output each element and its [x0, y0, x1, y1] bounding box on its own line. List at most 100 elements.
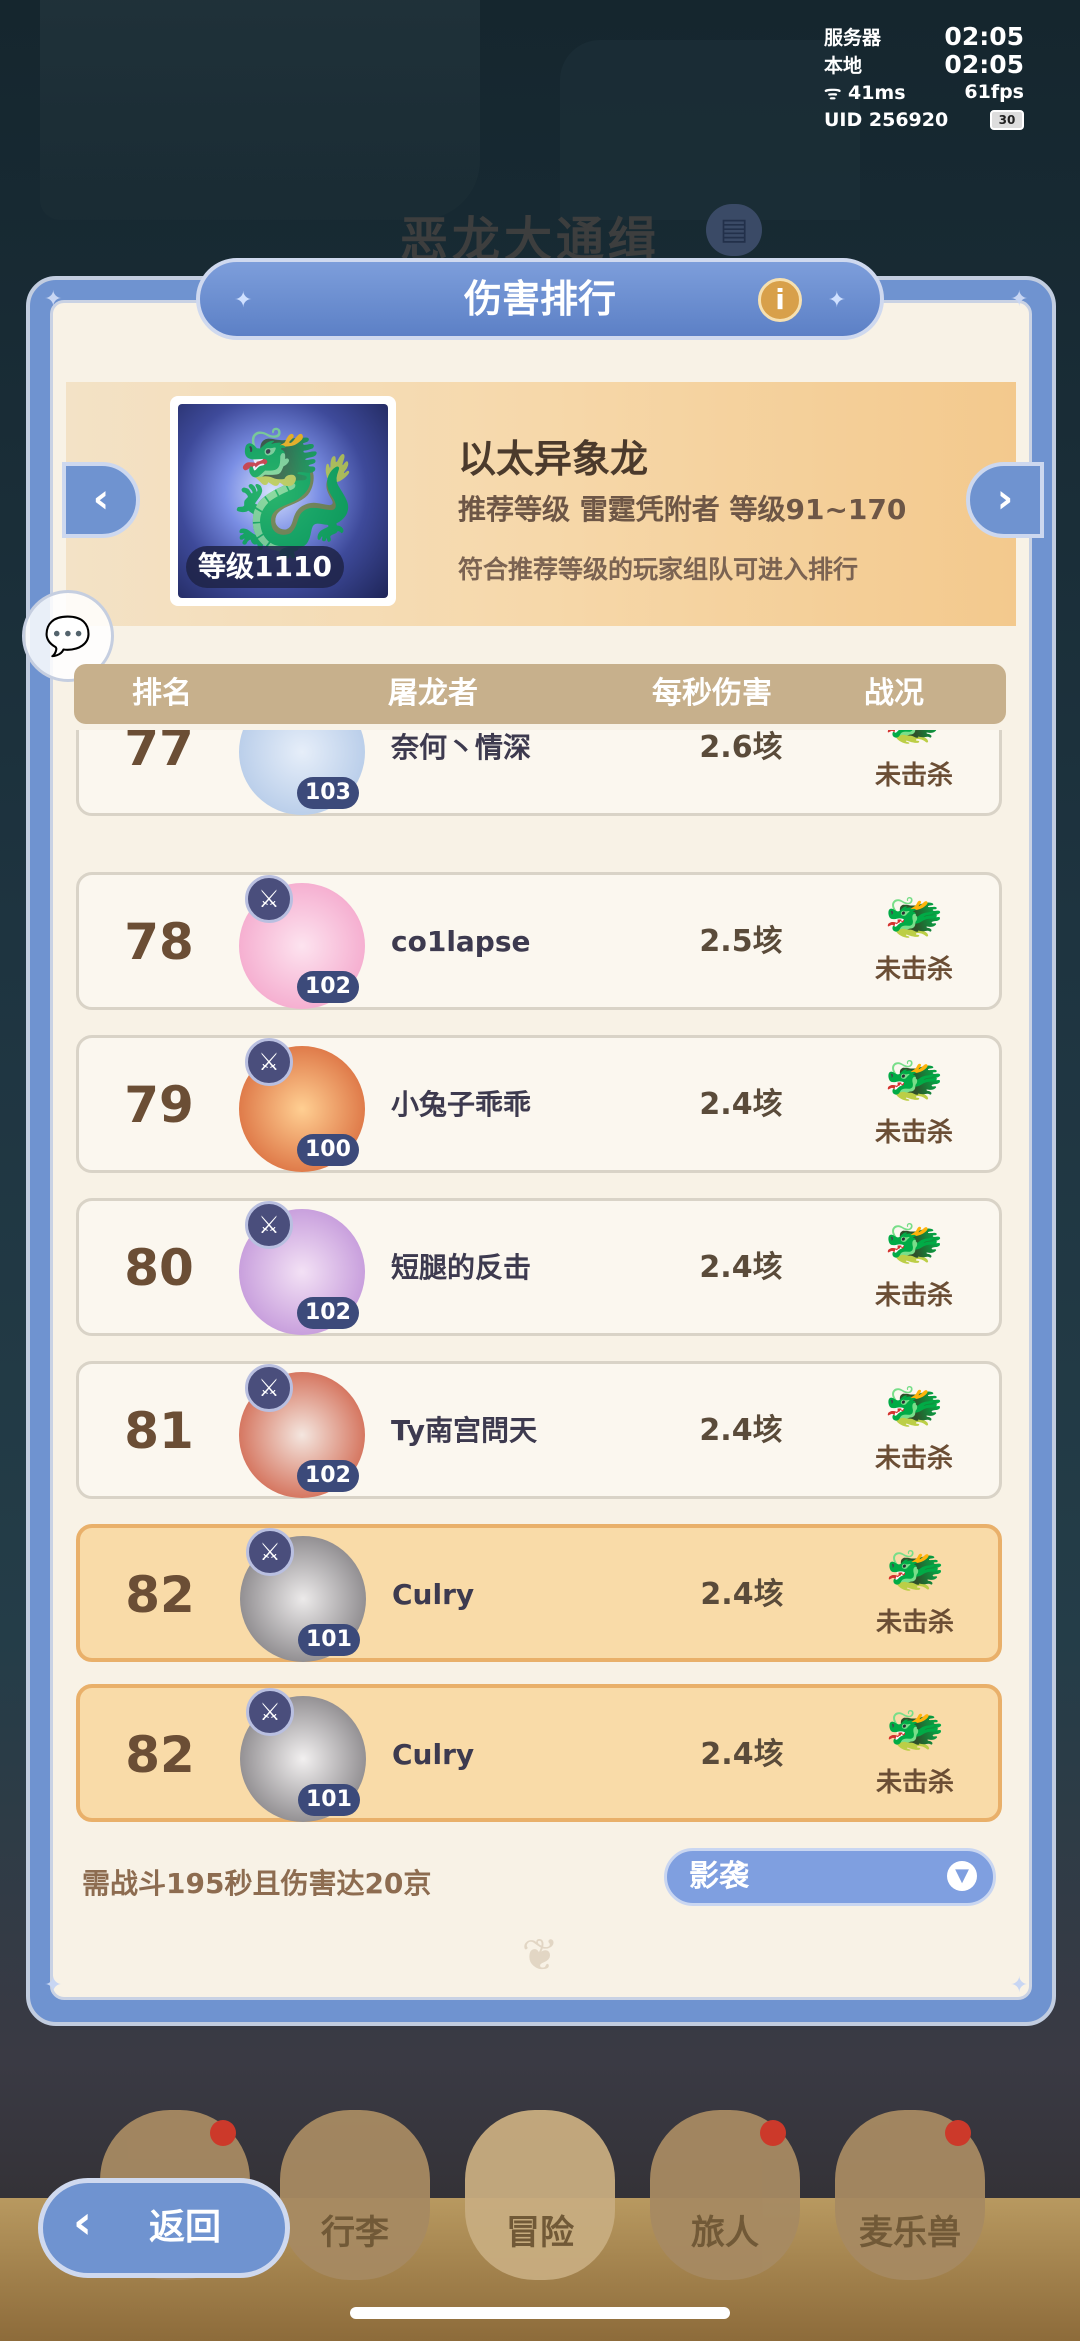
rank-number: 82 [125, 1566, 195, 1624]
tab-travelers[interactable]: 旅人 [650, 2110, 800, 2280]
table-row[interactable]: 79 ⚔ 100 小兔子乖乖 2.4垓 🐲 未击杀 [76, 1035, 1002, 1173]
dragon-head-icon: 🐲 [885, 1542, 945, 1598]
player-level: 102 [297, 971, 359, 1003]
book-icon: ▤ [706, 204, 762, 256]
corner-decoration: ✦ [1010, 287, 1029, 312]
battle-status: 🐲 未击杀 [849, 730, 979, 815]
kill-status: 未击杀 [875, 1608, 954, 1638]
dragon-head-icon: 🐲 [884, 730, 944, 753]
boss-level-badge: 等级1110 [186, 546, 344, 588]
player-dps: 2.4垓 [700, 1737, 784, 1772]
class-icon: ⚔ [246, 1688, 294, 1736]
class-icon: ⚔ [245, 875, 293, 923]
boss-name: 以太异象龙 [458, 437, 649, 481]
notification-dot [210, 2120, 236, 2146]
table-header: 排名 屠龙者 每秒伤害 战况 [74, 664, 1006, 724]
background-scenery [560, 40, 860, 220]
player-level: 102 [297, 1297, 359, 1329]
prev-boss-button[interactable]: ‹ [62, 462, 140, 538]
fps: 61fps [964, 81, 1024, 103]
kill-status: 未击杀 [874, 1281, 953, 1311]
background-scenery [40, 0, 480, 220]
player-name: 短腿的反击 [391, 1251, 532, 1284]
table-row[interactable]: 80 ⚔ 102 短腿的反击 2.4垓 🐲 未击杀 [76, 1198, 1002, 1336]
avatar[interactable]: ⚔ 100 [239, 1038, 365, 1172]
dragon-icon: 🐉 [218, 424, 368, 563]
chat-icon: 💬 [44, 614, 92, 658]
player-name: 奈何丶情深 [391, 731, 532, 764]
avatar[interactable]: ⚔ 102 [239, 875, 365, 1009]
tab-label: 行李 [321, 2213, 389, 2253]
rank-number: 81 [124, 1402, 194, 1460]
player-level: 103 [297, 777, 359, 809]
class-icon: ⚔ [245, 1201, 293, 1249]
table-row-self[interactable]: 82 ⚔ 101 Culry 2.4垓 🐲 未击杀 [76, 1684, 1002, 1822]
requirement-note: 需战斗195秒且伤害达20京 [82, 1867, 432, 1900]
avatar[interactable]: ⚔ 101 [240, 1528, 366, 1662]
avatar[interactable]: ⚔ 102 [239, 1201, 365, 1335]
player-dps: 2.4垓 [700, 1577, 784, 1612]
next-boss-button[interactable]: › [966, 462, 1044, 538]
notification-dot [760, 2120, 786, 2146]
local-time: 02:05 [944, 49, 1024, 79]
avatar[interactable]: ⚔ 102 [239, 1364, 365, 1498]
table-row[interactable]: 81 ⚔ 102 Ty南宫問天 2.4垓 🐲 未击杀 [76, 1361, 1002, 1499]
boss-note: 符合推荐等级的玩家组队可进入排行 [458, 555, 859, 584]
table-row[interactable]: 78 ⚔ 102 co1lapse 2.5垓 🐲 未击杀 [76, 872, 1002, 1010]
boss-recommend-level: 推荐等级 雷霆凭附者 等级91~170 [458, 493, 907, 526]
battle-status: 🐲 未击杀 [849, 1038, 979, 1172]
rank-number: 77 [124, 730, 194, 777]
dropdown-value: 影袭 [689, 1859, 749, 1894]
dragon-head-icon: 🐲 [885, 1702, 945, 1758]
player-name: co1lapse [391, 925, 531, 958]
avatar[interactable]: ⚔ 103 [239, 730, 365, 815]
corner-decoration: ✦ [44, 287, 63, 312]
class-icon: ⚔ [245, 1038, 293, 1086]
tab-adventure[interactable]: 冒险 [465, 2110, 615, 2280]
tab-label: 麦乐兽 [859, 2213, 961, 2253]
dragon-head-icon: 🐲 [884, 1378, 944, 1434]
local-label: 本地 [824, 54, 863, 77]
kill-status: 未击杀 [874, 1444, 953, 1474]
panel-header: ✦ 伤害排行 i ✦ [196, 258, 884, 340]
class-icon: ⚔ [245, 1364, 293, 1412]
ranking-list[interactable]: 77 ⚔ 103 奈何丶情深 2.6垓 🐲 未击杀 78 ⚔ 102 co1la… [74, 730, 1006, 1830]
table-row[interactable]: 77 ⚔ 103 奈何丶情深 2.6垓 🐲 未击杀 [76, 730, 1002, 816]
player-level: 100 [297, 1134, 359, 1166]
battle-status: 🐲 未击杀 [850, 1688, 980, 1822]
tab-pets[interactable]: 麦乐兽 [835, 2110, 985, 2280]
header-rank: 排名 [132, 676, 192, 711]
dragon-image: 🐉 等级1110 [178, 404, 388, 598]
avatar[interactable]: ⚔ 101 [240, 1688, 366, 1822]
back-button[interactable]: ‹ 返回 [38, 2178, 290, 2278]
server-time: 02:05 [944, 21, 1024, 51]
player-dps: 2.6垓 [699, 730, 783, 765]
dragon-head-icon: 🐲 [884, 889, 944, 945]
dragon-head-icon: 🐲 [884, 1052, 944, 1108]
player-level: 101 [298, 1784, 360, 1816]
info-button[interactable]: i [758, 278, 802, 322]
battle-status: 🐲 未击杀 [849, 875, 979, 1009]
chevron-down-icon: ▼ [947, 1861, 977, 1891]
tab-bag[interactable]: 行李 [280, 2110, 430, 2280]
server-label: 服务器 [824, 26, 882, 49]
star-icon: ✦ [827, 288, 846, 313]
back-arrow-icon: ‹ [73, 2195, 92, 2249]
corner-decoration: ✦ [44, 1973, 63, 1998]
rank-number: 82 [125, 1726, 195, 1784]
class-filter-dropdown[interactable]: 影袭 ▼ [664, 1848, 996, 1906]
player-dps: 2.5垓 [699, 924, 783, 959]
header-dps: 每秒伤害 [652, 676, 772, 711]
dragon-head-icon: 🐲 [884, 1215, 944, 1271]
player-name: Culry [392, 1578, 475, 1611]
battle-status: 🐲 未击杀 [849, 1201, 979, 1335]
status-overlay: 服务器 02:05 本地 02:05 ᯤ 41ms 61fps UID 256920 3… [824, 22, 1024, 134]
boss-portrait[interactable]: 🐉 等级1110 [170, 396, 396, 606]
home-indicator[interactable] [350, 2307, 730, 2319]
kill-status: 未击杀 [874, 761, 953, 791]
player-level: 102 [297, 1460, 359, 1492]
player-dps: 2.4垓 [699, 1087, 783, 1122]
table-row-self[interactable]: 82 ⚔ 101 Culry 2.4垓 🐲 未击杀 [76, 1524, 1002, 1662]
tab-label: 冒险 [506, 2213, 574, 2253]
wifi-icon: ᯤ [824, 82, 842, 104]
